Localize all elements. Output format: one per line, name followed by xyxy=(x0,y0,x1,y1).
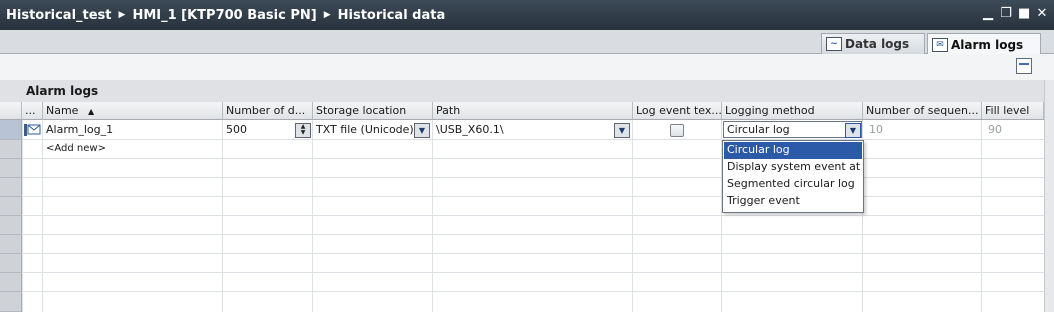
maximize-icon[interactable]: ■ xyxy=(1018,7,1030,21)
alarm-log-row-icon xyxy=(24,124,41,136)
path-dropdown-icon[interactable]: ▼ xyxy=(614,123,630,138)
column-header-dots[interactable]: ... xyxy=(22,102,43,120)
editor-toolbar xyxy=(0,54,1054,80)
option-display-system-event[interactable]: Display system event at xyxy=(724,159,862,176)
grid-line xyxy=(22,253,1044,254)
window-controls: ▁ ❐ ■ ✕ xyxy=(982,7,1048,21)
row-selector xyxy=(0,292,22,312)
tab-label: Data logs xyxy=(845,37,910,51)
storage-dropdown-icon[interactable]: ▼ xyxy=(414,123,430,138)
row-selector xyxy=(0,254,22,273)
grid-line xyxy=(22,291,1044,292)
option-trigger-event[interactable]: Trigger event xyxy=(724,193,862,210)
logging-method-dropdown-icon[interactable]: ▼ xyxy=(845,123,861,138)
row-selector xyxy=(0,235,22,254)
data-log-icon: ~ xyxy=(826,37,842,51)
cell-name[interactable]: Alarm_log_1 xyxy=(43,121,222,140)
column-header-number[interactable]: Number of d... xyxy=(223,102,313,120)
log-event-checkbox[interactable] xyxy=(670,124,684,137)
grid-line xyxy=(22,120,23,312)
grid-line xyxy=(432,120,433,312)
column-header-name[interactable]: Name ▲ xyxy=(43,102,223,120)
grid-line xyxy=(22,272,1044,273)
cell-fill-level: 90 xyxy=(988,123,1002,136)
alarm-logs-table: ... Name ▲ Number of d... Storage locati… xyxy=(0,102,1044,312)
column-label: Name xyxy=(46,104,79,117)
column-header-log-event[interactable]: Log event tex... xyxy=(633,102,722,120)
row-selector xyxy=(0,197,22,216)
grid-line xyxy=(22,196,1044,197)
add-new-row[interactable]: <Add new> xyxy=(43,140,222,159)
grid-line xyxy=(222,120,223,312)
breadcrumb-separator-icon: ▶ xyxy=(323,10,331,20)
grid-line xyxy=(22,215,1044,216)
breadcrumb-separator-icon: ▶ xyxy=(118,10,126,20)
breadcrumb-device[interactable]: HMI_1 [KTP700 Basic PN] xyxy=(132,8,316,23)
alarm-log-icon: ✉ xyxy=(932,37,948,52)
grid-line xyxy=(981,120,982,312)
logging-method-options: Circular log Display system event at Seg… xyxy=(722,140,864,213)
logging-method-value: Circular log xyxy=(727,123,790,136)
breadcrumb-project[interactable]: Historical_test xyxy=(6,8,112,23)
cell-storage[interactable]: TXT file (Unicode) xyxy=(313,121,413,140)
column-header-storage[interactable]: Storage location xyxy=(313,102,433,120)
option-segmented-circular-log[interactable]: Segmented circular log xyxy=(724,176,862,193)
logging-method-combo[interactable]: Circular log xyxy=(723,121,862,138)
option-circular-log[interactable]: Circular log xyxy=(724,142,862,159)
row-selector xyxy=(0,216,22,235)
number-stepper[interactable]: ▲ ▼ xyxy=(295,123,311,138)
tab-alarm-logs[interactable]: ✉ Alarm logs xyxy=(927,33,1041,55)
add-log-icon[interactable] xyxy=(1016,58,1032,74)
column-header-fill-level[interactable]: Fill level xyxy=(982,102,1044,120)
grid-line xyxy=(632,120,633,312)
float-window-icon[interactable]: ❐ xyxy=(1000,7,1012,21)
tab-strip: ~ Data logs ✉ Alarm logs xyxy=(0,30,1054,55)
row-selector xyxy=(0,159,22,178)
tab-data-logs[interactable]: ~ Data logs xyxy=(821,33,925,54)
vertical-scrollbar[interactable] xyxy=(1044,80,1054,312)
row-selector[interactable] xyxy=(0,140,22,159)
grid-title: Alarm logs xyxy=(0,80,1044,102)
row-selector xyxy=(0,273,22,292)
close-icon[interactable]: ✕ xyxy=(1036,7,1048,21)
cell-path[interactable]: \USB_X60.1\ xyxy=(433,121,613,140)
column-header-number-sequences[interactable]: Number of sequen... xyxy=(863,102,982,120)
grid-line xyxy=(22,177,1044,178)
breadcrumb-editor: Historical data xyxy=(337,7,446,23)
cell-number-sequences: 10 xyxy=(869,123,883,136)
title-bar: Historical_test ▶ HMI_1 [KTP700 Basic PN… xyxy=(0,0,1054,30)
tab-label: Alarm logs xyxy=(951,37,1024,52)
column-header-path[interactable]: Path xyxy=(433,102,633,120)
grid-line xyxy=(312,120,313,312)
row-selector[interactable] xyxy=(0,120,22,140)
row-selector xyxy=(0,178,22,197)
sort-ascending-icon: ▲ xyxy=(87,107,95,116)
column-header-logging-method[interactable]: Logging method xyxy=(722,102,863,120)
minimize-icon[interactable]: ▁ xyxy=(982,7,994,21)
row-header-corner xyxy=(0,102,22,120)
cell-number[interactable]: 500 xyxy=(223,121,293,140)
grid-line xyxy=(22,234,1044,235)
